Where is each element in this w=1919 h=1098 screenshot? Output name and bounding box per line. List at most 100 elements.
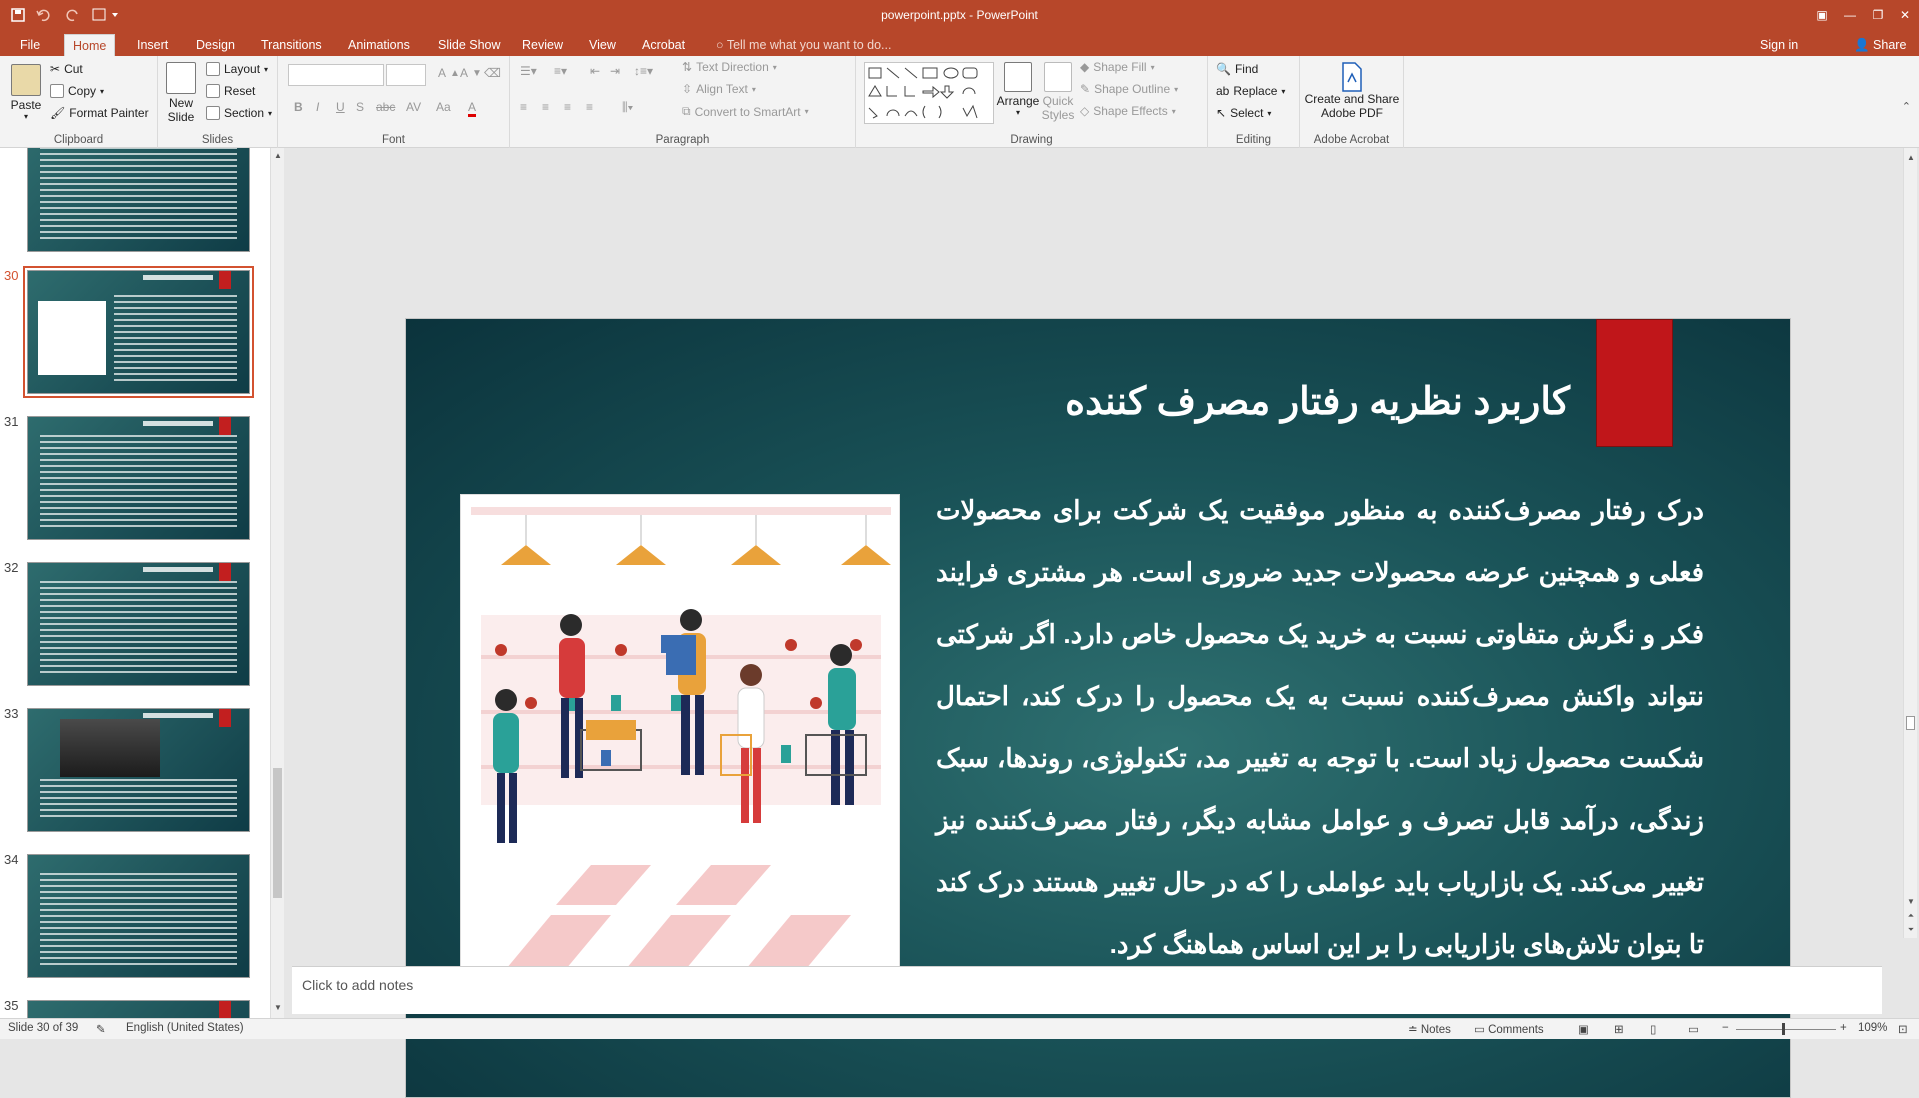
slide-show-icon[interactable]: ▭ xyxy=(1688,1022,1699,1036)
align-right-icon[interactable]: ≡ xyxy=(564,100,571,114)
slide-thumbnail-29[interactable] xyxy=(27,148,250,252)
decrease-indent-icon[interactable]: ⇤ xyxy=(590,64,600,78)
bullets-icon[interactable]: ☰▾ xyxy=(520,64,537,78)
zoom-in-icon[interactable]: + xyxy=(1840,1022,1847,1034)
collapse-ribbon-icon[interactable]: ⌃ xyxy=(1902,100,1911,113)
share-button[interactable]: 👤 Share xyxy=(1846,34,1914,56)
spell-check-icon[interactable]: ✎ xyxy=(96,1022,106,1036)
thumbnail-scrollbar[interactable]: ▲ ▼ xyxy=(270,148,284,1018)
shape-fill-button[interactable]: ◆ Shape Fill ▾ xyxy=(1080,60,1155,74)
thumbnail-scroll-thumb[interactable] xyxy=(273,768,282,898)
tab-transitions[interactable]: Transitions xyxy=(253,34,330,56)
increase-indent-icon[interactable]: ⇥ xyxy=(610,64,620,78)
slide-scroll-down-icon[interactable]: ▼ xyxy=(1904,896,1918,908)
slide-thumbnail-34[interactable] xyxy=(27,854,250,978)
slide-title[interactable]: کاربرد نظریه رفتار مصرف کننده xyxy=(970,379,1570,424)
align-center-icon[interactable]: ≡ xyxy=(542,100,549,114)
convert-smartart-button[interactable]: ⧉ Convert to SmartArt ▾ xyxy=(682,104,809,119)
slide-scroll-up-icon[interactable]: ▲ xyxy=(1904,152,1918,164)
slide-body-text[interactable]: درک رفتار مصرف‌کننده به منظور موفقیت یک … xyxy=(936,479,1704,1039)
change-case-button[interactable]: Aa xyxy=(436,100,451,114)
ribbon-display-icon[interactable]: ▣ xyxy=(1808,4,1836,26)
language-indicator[interactable]: English (United States) xyxy=(126,1022,244,1034)
notes-pane[interactable]: Click to add notes xyxy=(292,966,1882,1014)
create-share-pdf-button[interactable]: Create and Share Adobe PDF xyxy=(1304,62,1400,120)
shadow-button[interactable]: S xyxy=(356,100,364,114)
restore-icon[interactable]: ❐ xyxy=(1864,4,1892,26)
shape-outline-button[interactable]: ✎ Shape Outline ▾ xyxy=(1080,82,1178,96)
tab-acrobat[interactable]: Acrobat xyxy=(634,34,693,56)
tab-slide-show[interactable]: Slide Show xyxy=(430,34,509,56)
scroll-up-icon[interactable]: ▲ xyxy=(271,150,285,162)
comments-toggle[interactable]: ▭ Comments xyxy=(1474,1022,1544,1036)
next-slide-icon[interactable]: ⏷ xyxy=(1904,924,1918,936)
bold-button[interactable]: B xyxy=(294,100,303,114)
strikethrough-button[interactable]: abc xyxy=(376,100,395,114)
zoom-out-icon[interactable]: − xyxy=(1722,1022,1729,1034)
slide-thumbnail-33[interactable] xyxy=(27,708,250,832)
layout-button[interactable]: Layout ▾ xyxy=(206,62,268,76)
minimize-icon[interactable]: — xyxy=(1836,4,1864,26)
previous-slide-icon[interactable]: ⏶ xyxy=(1904,910,1918,922)
tab-review[interactable]: Review xyxy=(514,34,571,56)
fit-slide-icon[interactable]: ⊡ xyxy=(1898,1022,1908,1036)
shapes-gallery[interactable] xyxy=(864,62,994,124)
zoom-slider[interactable] xyxy=(1736,1029,1836,1030)
font-size-box[interactable] xyxy=(386,64,426,86)
align-text-button[interactable]: ⇳ Align Text ▾ xyxy=(682,82,756,96)
tab-insert[interactable]: Insert xyxy=(129,34,176,56)
notes-placeholder[interactable]: Click to add notes xyxy=(302,977,413,993)
paste-button[interactable]: Paste ▾ xyxy=(8,64,44,121)
character-spacing-button[interactable]: AV xyxy=(406,100,421,114)
grow-font-icon[interactable]: A ▲ xyxy=(438,66,460,80)
slide-thumbnail-30[interactable] xyxy=(23,266,254,398)
font-color-button[interactable]: A xyxy=(468,100,477,117)
shopping-illustration[interactable] xyxy=(460,494,900,975)
cut-button[interactable]: ✂ Cut xyxy=(50,62,83,76)
slide-scroll-thumb[interactable] xyxy=(1906,716,1915,730)
section-button[interactable]: Section ▾ xyxy=(206,106,272,120)
justify-icon[interactable]: ≡ xyxy=(586,100,593,114)
line-spacing-icon[interactable]: ↕≡▾ xyxy=(634,64,653,78)
clear-formatting-icon[interactable]: ⌫ xyxy=(484,66,501,80)
scroll-down-icon[interactable]: ▼ xyxy=(271,1002,285,1014)
tab-design[interactable]: Design xyxy=(188,34,243,56)
select-button[interactable]: ↖ Select ▾ xyxy=(1216,106,1271,120)
font-name-box[interactable] xyxy=(288,64,384,86)
shape-effects-button[interactable]: ◇ Shape Effects ▾ xyxy=(1080,104,1176,118)
zoom-slider-thumb[interactable] xyxy=(1782,1023,1785,1035)
normal-view-icon[interactable]: ▣ xyxy=(1578,1022,1589,1036)
sign-in-link[interactable]: Sign in xyxy=(1752,34,1806,56)
tab-animations[interactable]: Animations xyxy=(340,34,418,56)
underline-button[interactable]: U xyxy=(336,100,345,114)
lightbulb-icon: ○ xyxy=(716,38,727,52)
text-direction-label: Text Direction xyxy=(696,60,769,74)
align-left-icon[interactable]: ≡ xyxy=(520,100,527,114)
new-slide-button[interactable]: New Slide xyxy=(164,62,198,124)
text-direction-button[interactable]: ⇅ Text Direction ▾ xyxy=(682,60,777,74)
tell-me-search[interactable]: ○ Tell me what you want to do... xyxy=(708,34,899,56)
tab-home[interactable]: Home xyxy=(64,34,116,56)
slide-sorter-icon[interactable]: ⊞ xyxy=(1614,1022,1624,1036)
quick-styles-button[interactable]: Quick Styles xyxy=(1040,62,1076,122)
arrange-button[interactable]: Arrange ▾ xyxy=(997,62,1039,117)
slide-scrollbar[interactable]: ▲ ▼ ⏶ ⏷ xyxy=(1903,148,1917,938)
slide-thumbnail-35[interactable] xyxy=(27,1000,250,1018)
reset-button[interactable]: Reset xyxy=(206,84,255,98)
tab-file[interactable]: File xyxy=(12,34,48,56)
italic-button[interactable]: I xyxy=(316,100,319,114)
columns-icon[interactable]: ⫼▾ xyxy=(622,100,633,115)
notes-toggle[interactable]: ≐ Notes xyxy=(1408,1022,1451,1036)
slide-thumbnail-32[interactable] xyxy=(27,562,250,686)
shrink-font-icon[interactable]: A ▼ xyxy=(460,66,482,80)
close-icon[interactable]: ✕ xyxy=(1891,4,1919,26)
zoom-level[interactable]: 109% xyxy=(1858,1022,1887,1034)
format-painter-button[interactable]: 🖌 Format Painter xyxy=(50,106,149,120)
numbering-icon[interactable]: ≡▾ xyxy=(554,64,567,78)
find-button[interactable]: 🔍 Find xyxy=(1216,62,1258,76)
replace-button[interactable]: ab Replace ▾ xyxy=(1216,84,1285,98)
reading-view-icon[interactable]: ▯ xyxy=(1650,1022,1656,1036)
tab-view[interactable]: View xyxy=(581,34,624,56)
slide-thumbnail-31[interactable] xyxy=(27,416,250,540)
copy-button[interactable]: Copy ▾ xyxy=(50,84,104,98)
